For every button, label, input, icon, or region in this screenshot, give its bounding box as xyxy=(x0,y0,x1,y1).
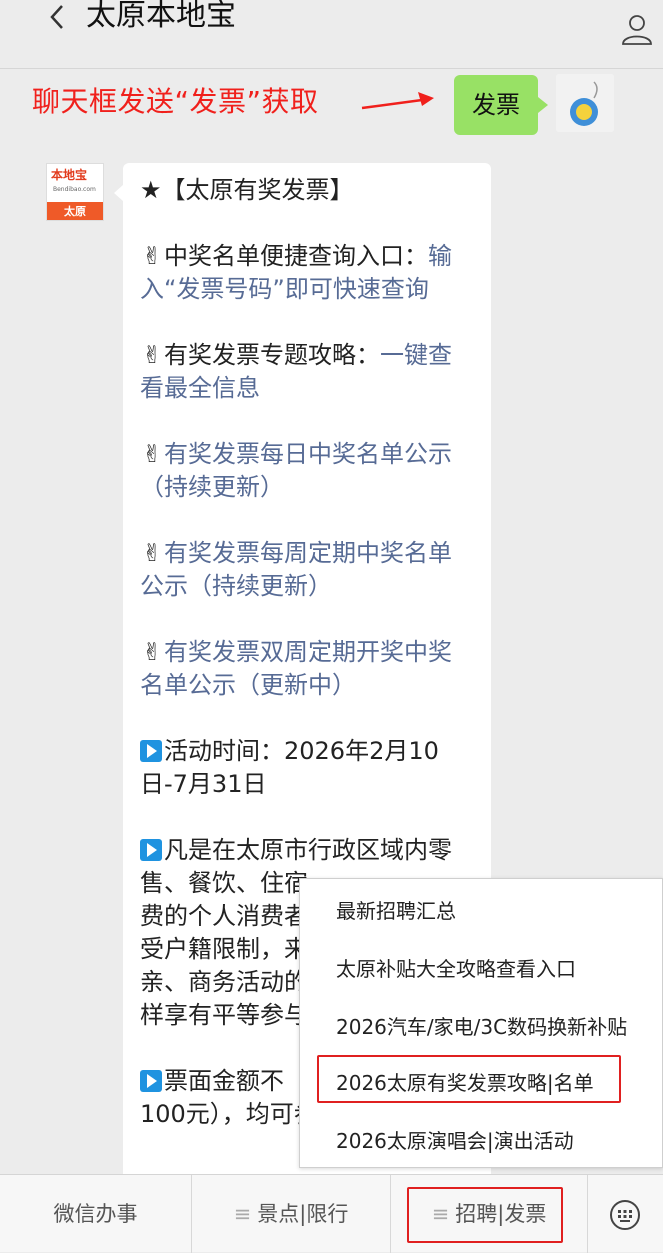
popup-menu: 最新招聘汇总 太原补贴大全攻略查看入口 2026汽车/家电/3C数码换新补贴 2… xyxy=(299,878,663,1168)
tab-label: 景点|限行 xyxy=(257,1202,349,1226)
sent-message-bubble: 发票 xyxy=(454,75,548,135)
para-line: 样享有平等参与 xyxy=(140,1001,308,1029)
highlight-box xyxy=(407,1187,563,1243)
user-profile-icon[interactable] xyxy=(620,12,654,46)
header-divider xyxy=(0,68,663,69)
message-title: ★【太原有奖发票】 xyxy=(140,176,354,204)
avatar-sub: Bendibao.com xyxy=(53,186,96,193)
avatar-brand: 本地宝 xyxy=(51,168,88,182)
para-line: 凡是在太原市行政区域内零 xyxy=(164,836,452,864)
menu-item-invoice[interactable]: 2026太原有奖发票攻略|名单 xyxy=(336,1069,594,1097)
red-arrow-icon xyxy=(361,92,434,110)
page-title: 太原本地宝 xyxy=(86,0,236,33)
list-item: ✌有奖发票每周定期中奖名单公示（持续更新） xyxy=(140,537,475,603)
weekly-winners-link[interactable]: 有奖发票每周定期中奖名单公示（持续更新） xyxy=(140,539,452,600)
list-item: ✌有奖发票专题攻略：一键查看最全信息 xyxy=(140,339,475,405)
victory-hand-icon: ✌ xyxy=(141,242,163,270)
bottom-menu-bar: 微信办事 ≡ 景点|限行 ≡ 招聘|发票 xyxy=(0,1174,663,1253)
victory-hand-icon: ✌ xyxy=(141,341,163,369)
item-prefix: 中奖名单便捷查询入口： xyxy=(164,242,428,270)
item-prefix: 有奖发票专题攻略： xyxy=(164,341,380,369)
tab-wechat-services[interactable]: 微信办事 xyxy=(0,1175,191,1253)
victory-hand-icon: ✌ xyxy=(141,638,163,666)
para-line: 100元），均可参 xyxy=(140,1100,318,1128)
play-icon xyxy=(140,1070,162,1092)
keyboard-icon[interactable] xyxy=(609,1199,641,1231)
instruction-banner: 聊天框发送“发票”获取 xyxy=(32,85,319,118)
menu-item-jobs[interactable]: 最新招聘汇总 xyxy=(336,897,456,925)
para-line: 受户籍限制，来 xyxy=(140,935,308,963)
tab-scenic-traffic[interactable]: ≡ 景点|限行 xyxy=(192,1175,390,1253)
user-avatar xyxy=(556,74,614,132)
list-item: ✌有奖发票每日中奖名单公示（持续更新） xyxy=(140,438,475,504)
menu-item-subsidies[interactable]: 太原补贴大全攻略查看入口 xyxy=(336,955,576,983)
tab-divider xyxy=(587,1175,588,1253)
para-line: 亲、商务活动的 xyxy=(140,968,308,996)
biweekly-winners-link[interactable]: 有奖发票双周定期开奖中奖名单公示（更新中） xyxy=(140,638,452,699)
daily-winners-link[interactable]: 有奖发票每日中奖名单公示（持续更新） xyxy=(140,440,452,501)
menu-item-concerts[interactable]: 2026太原演唱会|演出活动 xyxy=(336,1127,574,1155)
tab-label: 微信办事 xyxy=(53,1202,138,1226)
menu-item-trade-in[interactable]: 2026汽车/家电/3C数码换新补贴 xyxy=(336,1013,627,1041)
victory-hand-icon: ✌ xyxy=(141,539,163,567)
list-item: ✌中奖名单便捷查询入口：输入“发票号码”即可快速查询 xyxy=(140,240,475,306)
para-line: 票面金额不 xyxy=(164,1067,284,1095)
list-item: ✌有奖发票双周定期开奖中奖名单公示（更新中） xyxy=(140,636,475,702)
activity-time-text: 活动时间：2026年2月10日-7月31日 xyxy=(140,737,439,798)
activity-time: 活动时间：2026年2月10日-7月31日 xyxy=(140,735,475,801)
para-line: 费的个人消费者 xyxy=(140,902,308,930)
bendibao-avatar[interactable]: 本地宝 Bendibao.com 太原 xyxy=(46,163,104,221)
play-icon xyxy=(140,740,162,762)
top-bar: 太原本地宝 xyxy=(0,0,663,66)
victory-hand-icon: ✌ xyxy=(141,440,163,468)
play-icon xyxy=(140,839,162,861)
menu-icon: ≡ xyxy=(233,1202,252,1226)
para-line: 售、餐饮、住宿 xyxy=(140,869,308,897)
avatar-city: 太原 xyxy=(47,202,103,220)
back-arrow-icon[interactable] xyxy=(44,2,74,32)
